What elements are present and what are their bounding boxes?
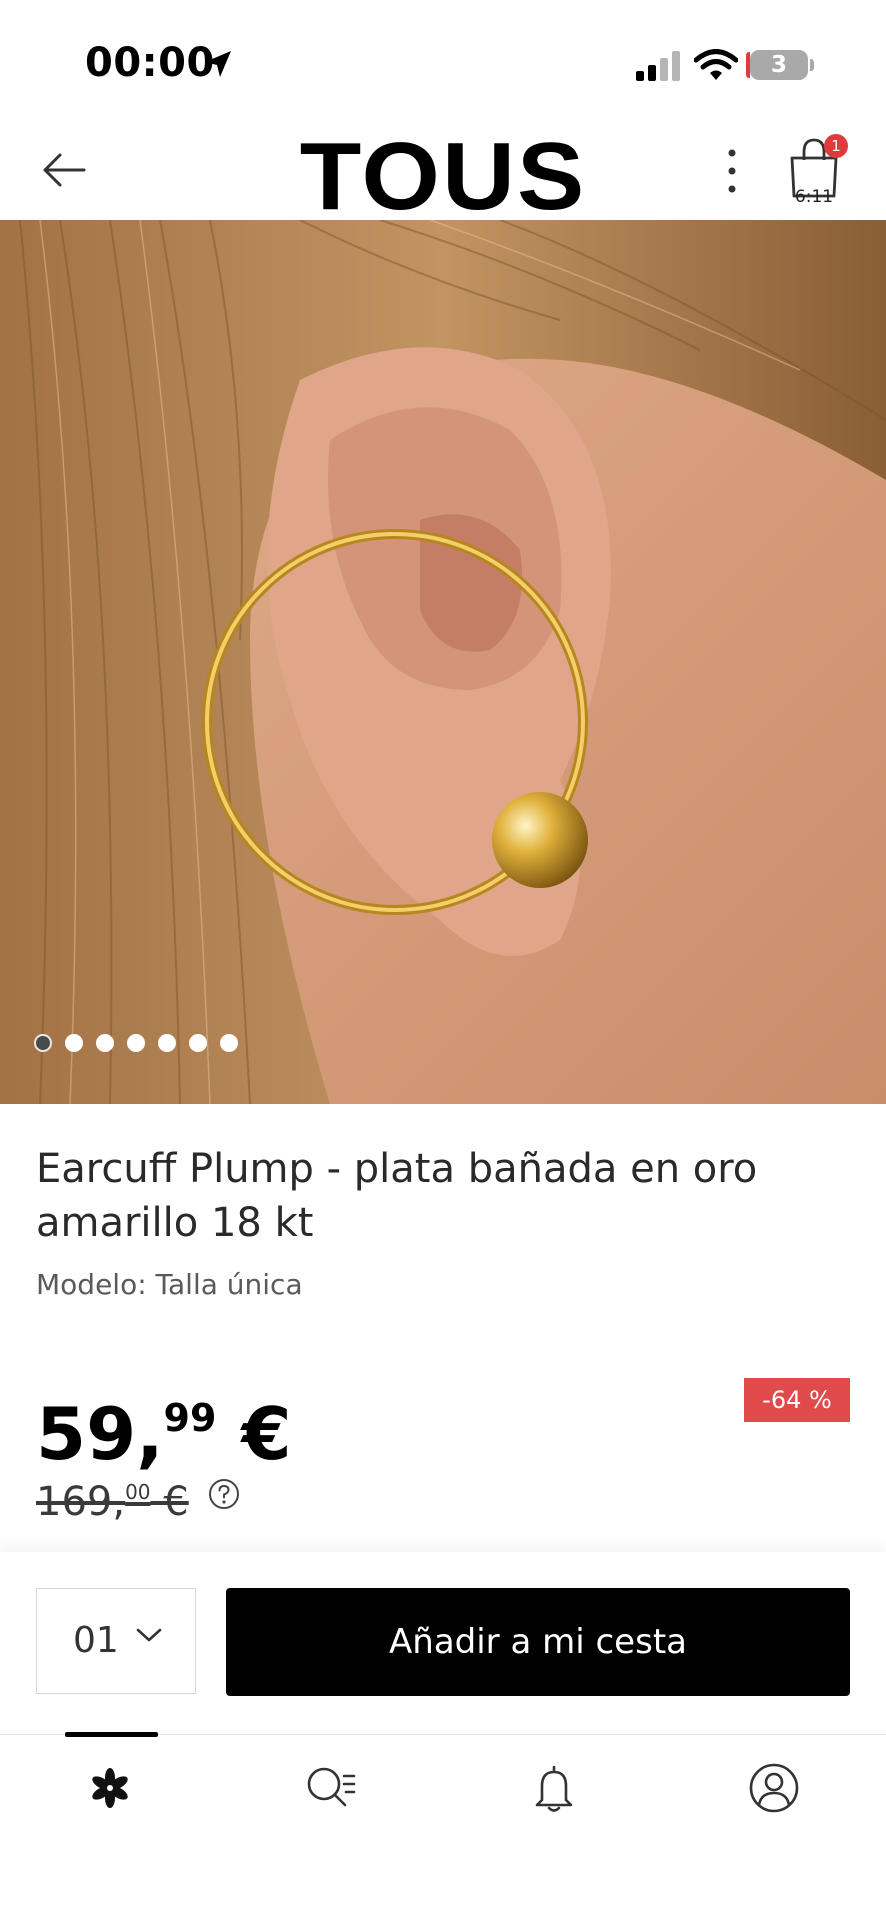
brand-logo[interactable]: TOUS — [240, 127, 645, 227]
signal-icon — [636, 51, 680, 81]
carousel-dot[interactable] — [158, 1034, 176, 1052]
old-price-main: 169, — [36, 1479, 126, 1525]
battery-cap — [810, 59, 814, 71]
battery-level: 3 — [770, 52, 787, 78]
carousel-dot[interactable] — [189, 1034, 207, 1052]
product-model: Modelo: Talla única — [36, 1268, 303, 1301]
battery-icon: 3 — [750, 50, 808, 80]
carousel-dot[interactable] — [65, 1034, 83, 1052]
add-to-cart-button[interactable]: Añadir a mi cesta — [226, 1588, 850, 1696]
price-cents: 99 — [163, 1396, 217, 1440]
cart-count-badge: 1 — [824, 134, 848, 158]
quantity-select[interactable]: 01 — [36, 1588, 196, 1694]
chevron-down-icon — [136, 1628, 162, 1642]
bell-icon[interactable] — [524, 1758, 584, 1818]
more-vertical-icon[interactable] — [720, 145, 744, 197]
old-price-currency: € — [150, 1479, 189, 1525]
location-arrow-icon — [205, 51, 231, 77]
old-price-cents: 00 — [125, 1480, 151, 1504]
app-header: TOUS — [0, 120, 886, 227]
current-price: 59,99 € — [36, 1376, 292, 1476]
carousel-dot[interactable] — [127, 1034, 145, 1052]
cart-caption: 6:11 — [794, 187, 834, 207]
carousel-dot[interactable] — [220, 1034, 238, 1052]
search-list-icon[interactable] — [300, 1758, 360, 1818]
product-title: Earcuff Plump - plata bañada en oro amar… — [36, 1146, 758, 1246]
user-icon[interactable] — [744, 1758, 804, 1818]
status-bar: 00:00 3 — [0, 0, 886, 120]
quantity-value: 01 — [73, 1620, 119, 1661]
carousel-dot[interactable] — [96, 1034, 114, 1052]
status-time: 00:00 — [85, 40, 215, 86]
wifi-icon — [694, 49, 738, 80]
tab-active-indicator — [65, 1732, 158, 1737]
price-main: 59, — [36, 1392, 164, 1476]
carousel-dot[interactable] — [34, 1034, 52, 1052]
price-currency: € — [216, 1392, 292, 1476]
back-arrow-icon[interactable] — [40, 146, 88, 194]
product-photo — [0, 220, 886, 1104]
home-flower-icon[interactable] — [80, 1758, 140, 1818]
help-icon[interactable] — [208, 1478, 240, 1510]
old-price: 169,00 € — [36, 1468, 189, 1526]
product-image[interactable] — [0, 220, 886, 1104]
carousel-dots[interactable] — [34, 1034, 238, 1052]
discount-badge: -64 % — [744, 1378, 850, 1422]
